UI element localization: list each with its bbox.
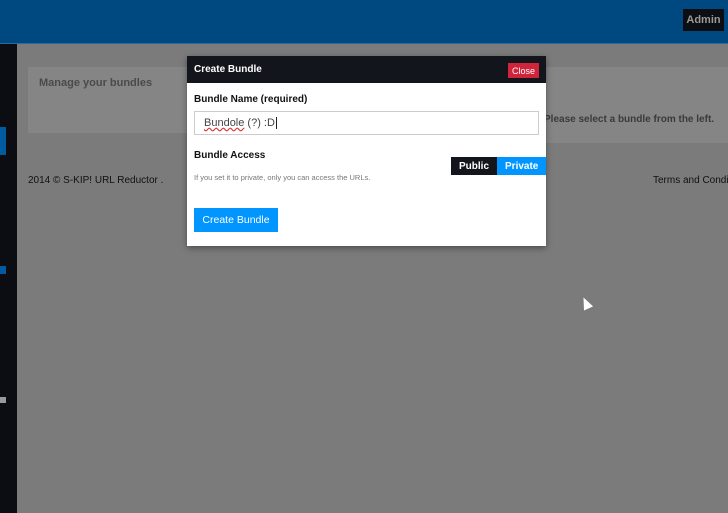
select-hint: Please select a bundle from the left. [544,114,715,125]
modal-header: Create Bundle Close [187,56,546,83]
input-text: (?) :D [244,117,275,129]
top-navbar: Admin [0,0,728,44]
footer-copyright: 2014 © S-KIP! URL Reductor . [28,175,164,186]
sidebar-item[interactable] [0,397,6,403]
terms-link[interactable]: Terms and Conditi [653,175,728,186]
bundle-name-input[interactable]: Bundole (?) :D [194,111,539,135]
access-hint: If you set it to private, only you can a… [194,173,371,182]
mouse-cursor-icon [578,295,594,311]
manage-title: Manage your bundles [39,77,153,89]
bundle-access-label: Bundle Access [194,150,266,161]
bundle-detail-panel: Please select a bundle from the left. [540,67,728,143]
bundle-name-label: Bundle Name (required) [194,94,308,105]
close-button[interactable]: Close [507,63,539,78]
sidebar-badge[interactable] [0,266,6,274]
create-bundle-button[interactable]: Create Bundle [194,208,278,232]
admin-menu-button[interactable]: Admin [683,9,724,31]
access-toggle: Public Private [451,157,547,175]
create-bundle-modal: Create Bundle Close Bundle Name (require… [187,56,547,246]
text-caret [275,117,277,129]
private-option[interactable]: Private [497,157,547,175]
misspelled-word: Bundole [204,117,245,129]
sidebar [0,44,17,513]
bundles-panel: Manage your bundles [28,67,208,133]
sidebar-item-active[interactable] [0,127,6,155]
public-option[interactable]: Public [451,157,498,175]
modal-title: Create Bundle [194,64,262,75]
